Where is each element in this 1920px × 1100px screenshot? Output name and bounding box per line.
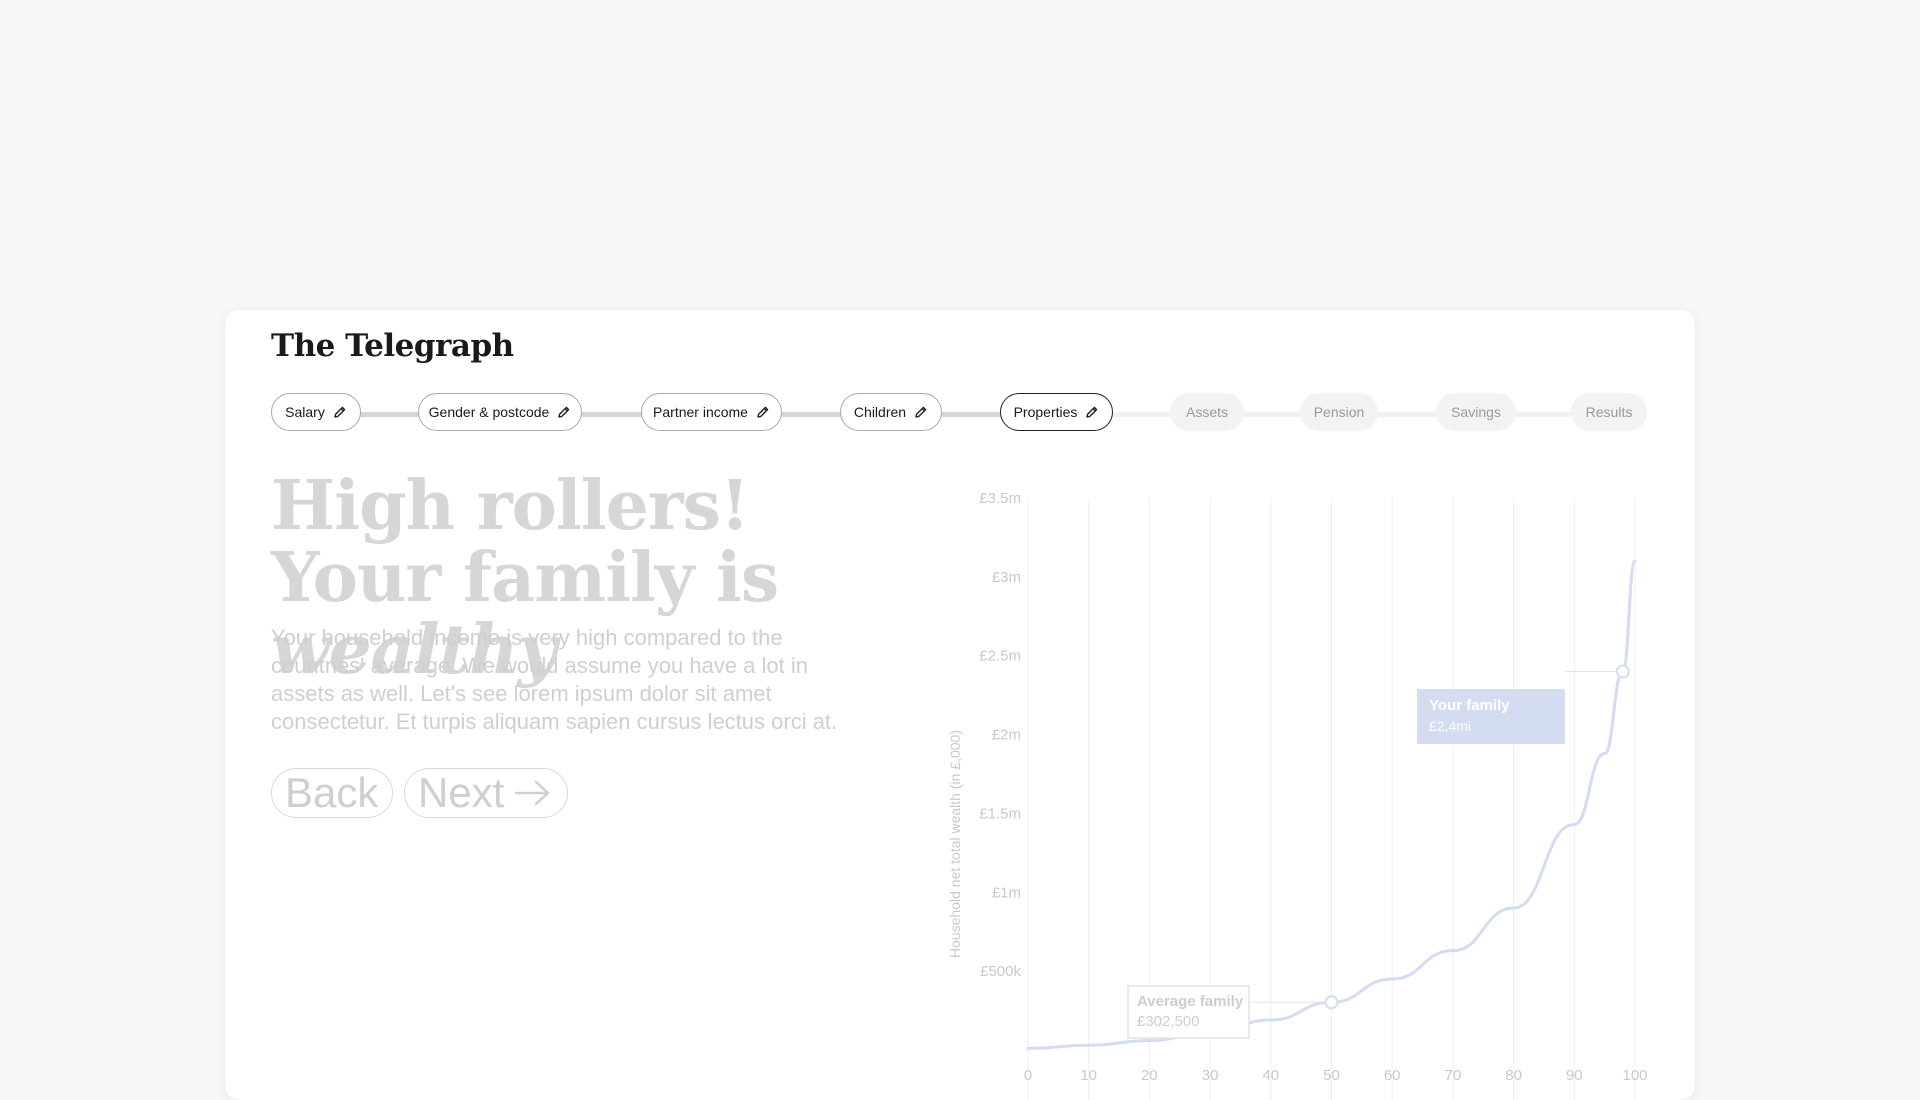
x-tick-label: 40 xyxy=(1262,1067,1279,1084)
wealth-distribution-chart: 0 10 20 30 40 50 60 70 80 90 100 £500k £1m £1.5m £2m £2… xyxy=(947,490,1648,1100)
y-tick-label: £3.5m xyxy=(979,490,1021,507)
average-family-label-value: £302,500 xyxy=(1137,1013,1200,1030)
x-tick-label: 30 xyxy=(1202,1067,1219,1084)
y-tick-label: £2m xyxy=(992,727,1021,744)
average-family-label-title: Average family xyxy=(1137,993,1244,1010)
y-tick-label: £500k xyxy=(980,963,1021,980)
x-tick-label: 80 xyxy=(1505,1067,1522,1084)
x-tick-label: 10 xyxy=(1080,1067,1097,1084)
x-tick-label: 0 xyxy=(1024,1067,1032,1084)
x-tick-label: 60 xyxy=(1384,1067,1401,1084)
y-tick-label: £2.5m xyxy=(979,648,1021,665)
x-tick-label: 100 xyxy=(1622,1067,1647,1084)
y-axis-label: Household net total wealth (in £,000) xyxy=(947,730,963,958)
your-family-label-title: Your family xyxy=(1429,697,1510,714)
your-family-point xyxy=(1615,664,1630,679)
average-family-point xyxy=(1324,995,1339,1010)
your-family-label-value: £2,4mi xyxy=(1429,718,1471,734)
y-tick-label: £1m xyxy=(992,884,1021,901)
y-tick-label: £1.5m xyxy=(979,805,1021,822)
main-card: The Telegraph Salary Gender & postcode P… xyxy=(225,310,1695,1100)
x-tick-label: 20 xyxy=(1141,1067,1158,1084)
y-tick-label: £3m xyxy=(992,569,1021,586)
x-tick-label: 50 xyxy=(1323,1067,1340,1084)
x-tick-label: 70 xyxy=(1445,1067,1462,1084)
x-tick-label: 90 xyxy=(1566,1067,1583,1084)
